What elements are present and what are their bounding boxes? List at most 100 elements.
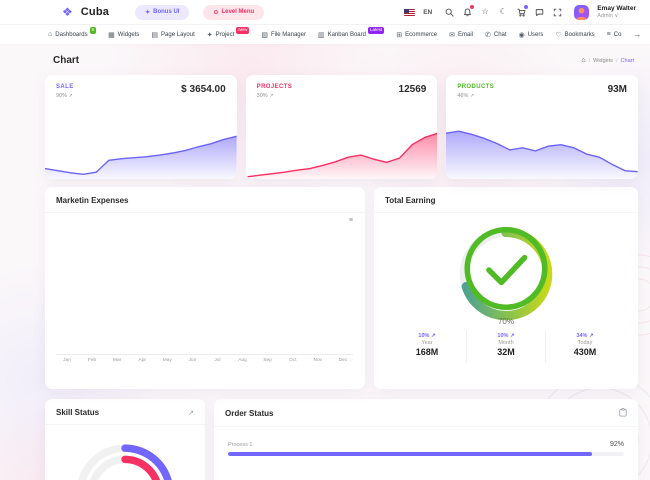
bonus-ui-button[interactable]: ✦ Bonus UI — [135, 5, 189, 20]
language-selector[interactable]: EN — [423, 9, 432, 16]
stat-label: PRODUCTS — [457, 84, 494, 90]
earning-value: 32M — [467, 347, 545, 357]
nav-badge: 5 — [90, 27, 97, 34]
stat-label: PROJECTS — [257, 84, 293, 90]
projects-sparkline — [246, 127, 438, 179]
earning-label: Year — [388, 340, 466, 346]
order-status-title: Order Status — [225, 409, 273, 418]
arrow-up-icon: ↗ — [470, 93, 474, 99]
x-label: Jun — [184, 358, 200, 363]
x-label: Apr — [134, 358, 150, 363]
email-icon: ✉ — [449, 31, 455, 39]
x-label: Jul — [209, 358, 225, 363]
moon-icon[interactable]: ☾ — [498, 7, 508, 17]
donut-percent: 70% — [498, 317, 514, 326]
x-label: Jan — [59, 358, 75, 363]
nav-item-bookmarks[interactable]: ♡Bookmarks — [555, 31, 594, 39]
main-navbar: ⌂Dashboards5 ▦Widgets ▤Page Layout ✦Project… — [0, 24, 650, 44]
page-title: Chart — [53, 55, 79, 66]
clipboard-icon[interactable] — [619, 408, 627, 419]
chevron-down-icon: ∨ — [614, 13, 618, 19]
stat-card-sale: SALE 90% ↗ $ 3654.00 — [45, 75, 237, 179]
sparkle-icon: ✦ — [145, 9, 150, 16]
earning-stat-month: 10% ↗Month32M — [466, 330, 545, 363]
nav-item-kanban-board[interactable]: ▥Kanban BoardLatest — [318, 31, 384, 39]
total-earning-card: Total Earning 70% 10% ↗Year168M10% ↗Mont… — [374, 187, 638, 389]
x-label: Mar — [109, 358, 125, 363]
check-circle-icon — [454, 222, 558, 315]
target-icon: ⊙ — [213, 9, 218, 16]
users-icon: ◉ — [519, 31, 525, 39]
menu-icon: ≡ — [607, 31, 611, 38]
stat-value: $ 3654.00 — [181, 84, 226, 99]
notification-badge — [470, 5, 474, 9]
trending-up-icon[interactable]: ↗ — [188, 409, 194, 417]
kanban-icon: ▥ — [318, 31, 325, 39]
x-label: Aug — [235, 358, 251, 363]
bar-chart-x-labels: JanFebMarAprMayJunJulAugSepOctNovDec — [57, 355, 353, 363]
earning-stat-today: 34% ↗Today430M — [545, 330, 624, 363]
arrow-up-icon: ↗ — [510, 333, 515, 339]
nav-item-project[interactable]: ✦ProjectNew — [207, 31, 250, 39]
marketing-expenses-card: Marketin Expenses ≡ JanFebMarAprMayJunJu… — [45, 187, 365, 389]
x-label: Sep — [260, 358, 276, 363]
nav-item-file-manager[interactable]: ▧File Manager — [261, 31, 306, 39]
file-manager-icon: ▧ — [261, 31, 268, 39]
bell-icon[interactable] — [462, 7, 472, 17]
breadcrumb-chart: Chart — [621, 58, 634, 64]
nav-badge: New — [236, 27, 249, 34]
stat-label: SALE — [56, 84, 74, 90]
x-label: Dec — [335, 358, 351, 363]
progress-label: Process 1 — [228, 442, 252, 448]
avatar[interactable] — [574, 5, 589, 20]
earning-stat-year: 10% ↗Year168M — [388, 330, 466, 363]
nav-item-users[interactable]: ◉Users — [519, 31, 544, 39]
project-icon: ✦ — [207, 31, 213, 39]
search-icon[interactable] — [444, 7, 454, 17]
nav-item-email[interactable]: ✉Email — [449, 31, 473, 39]
user-menu[interactable]: Emay Walter Admin ∨ — [597, 5, 636, 19]
layout-icon: ▤ — [151, 31, 158, 39]
home-icon[interactable]: ⌂ — [581, 57, 585, 64]
nav-item-chat[interactable]: ✆Chat — [485, 31, 507, 39]
skill-status-card: Skill Status ↗ — [45, 399, 205, 480]
brand-name: Cuba — [81, 6, 109, 18]
arrow-up-icon: ↗ — [589, 333, 594, 339]
x-label: Feb — [84, 358, 100, 363]
marketing-expenses-bar-chart — [57, 237, 353, 355]
earning-percent: 10% ↗ — [388, 333, 466, 339]
bookmarks-icon: ♡ — [555, 31, 561, 39]
message-icon[interactable] — [534, 7, 544, 17]
products-sparkline — [446, 127, 638, 179]
nav-item-dashboards[interactable]: ⌂Dashboards5 — [48, 31, 96, 38]
cart-badge — [524, 5, 528, 9]
x-label: May — [159, 358, 175, 363]
sale-sparkline — [45, 127, 237, 179]
breadcrumb: ⌂ / Widgets / Chart — [581, 57, 634, 64]
earning-value: 168M — [388, 347, 466, 357]
earning-percent: 10% ↗ — [467, 333, 545, 339]
nav-item-page-layout[interactable]: ▤Page Layout — [151, 31, 194, 39]
us-flag-icon[interactable] — [404, 9, 415, 16]
star-icon[interactable]: ☆ — [480, 7, 490, 17]
skill-status-radial-chart — [45, 425, 205, 480]
arrow-up-icon: ↗ — [69, 93, 73, 99]
x-label: Nov — [310, 358, 326, 363]
ecommerce-icon: ⊞ — [396, 31, 402, 39]
maximize-icon[interactable] — [552, 7, 562, 17]
stat-card-projects: PROJECTS30% ↗12569 — [246, 75, 438, 179]
chart-menu-icon[interactable]: ≡ — [349, 217, 353, 224]
progress-bar — [228, 452, 624, 456]
nav-item-ecommerce[interactable]: ⊞Ecommerce — [396, 31, 437, 39]
cart-icon[interactable] — [516, 7, 526, 17]
breadcrumb-widgets[interactable]: Widgets — [593, 58, 613, 64]
earning-value: 430M — [546, 347, 624, 357]
widgets-icon: ▦ — [108, 31, 115, 39]
nav-item-co[interactable]: ≡Co — [607, 31, 622, 38]
level-menu-button[interactable]: ⊙ Level Menu — [203, 5, 264, 20]
user-role: Admin — [597, 13, 613, 19]
nav-item-widgets[interactable]: ▦Widgets — [108, 31, 139, 39]
earning-label: Month — [467, 340, 545, 346]
stat-percent: 90% — [56, 93, 67, 99]
nav-scroll-right-icon[interactable]: → — [633, 30, 641, 39]
